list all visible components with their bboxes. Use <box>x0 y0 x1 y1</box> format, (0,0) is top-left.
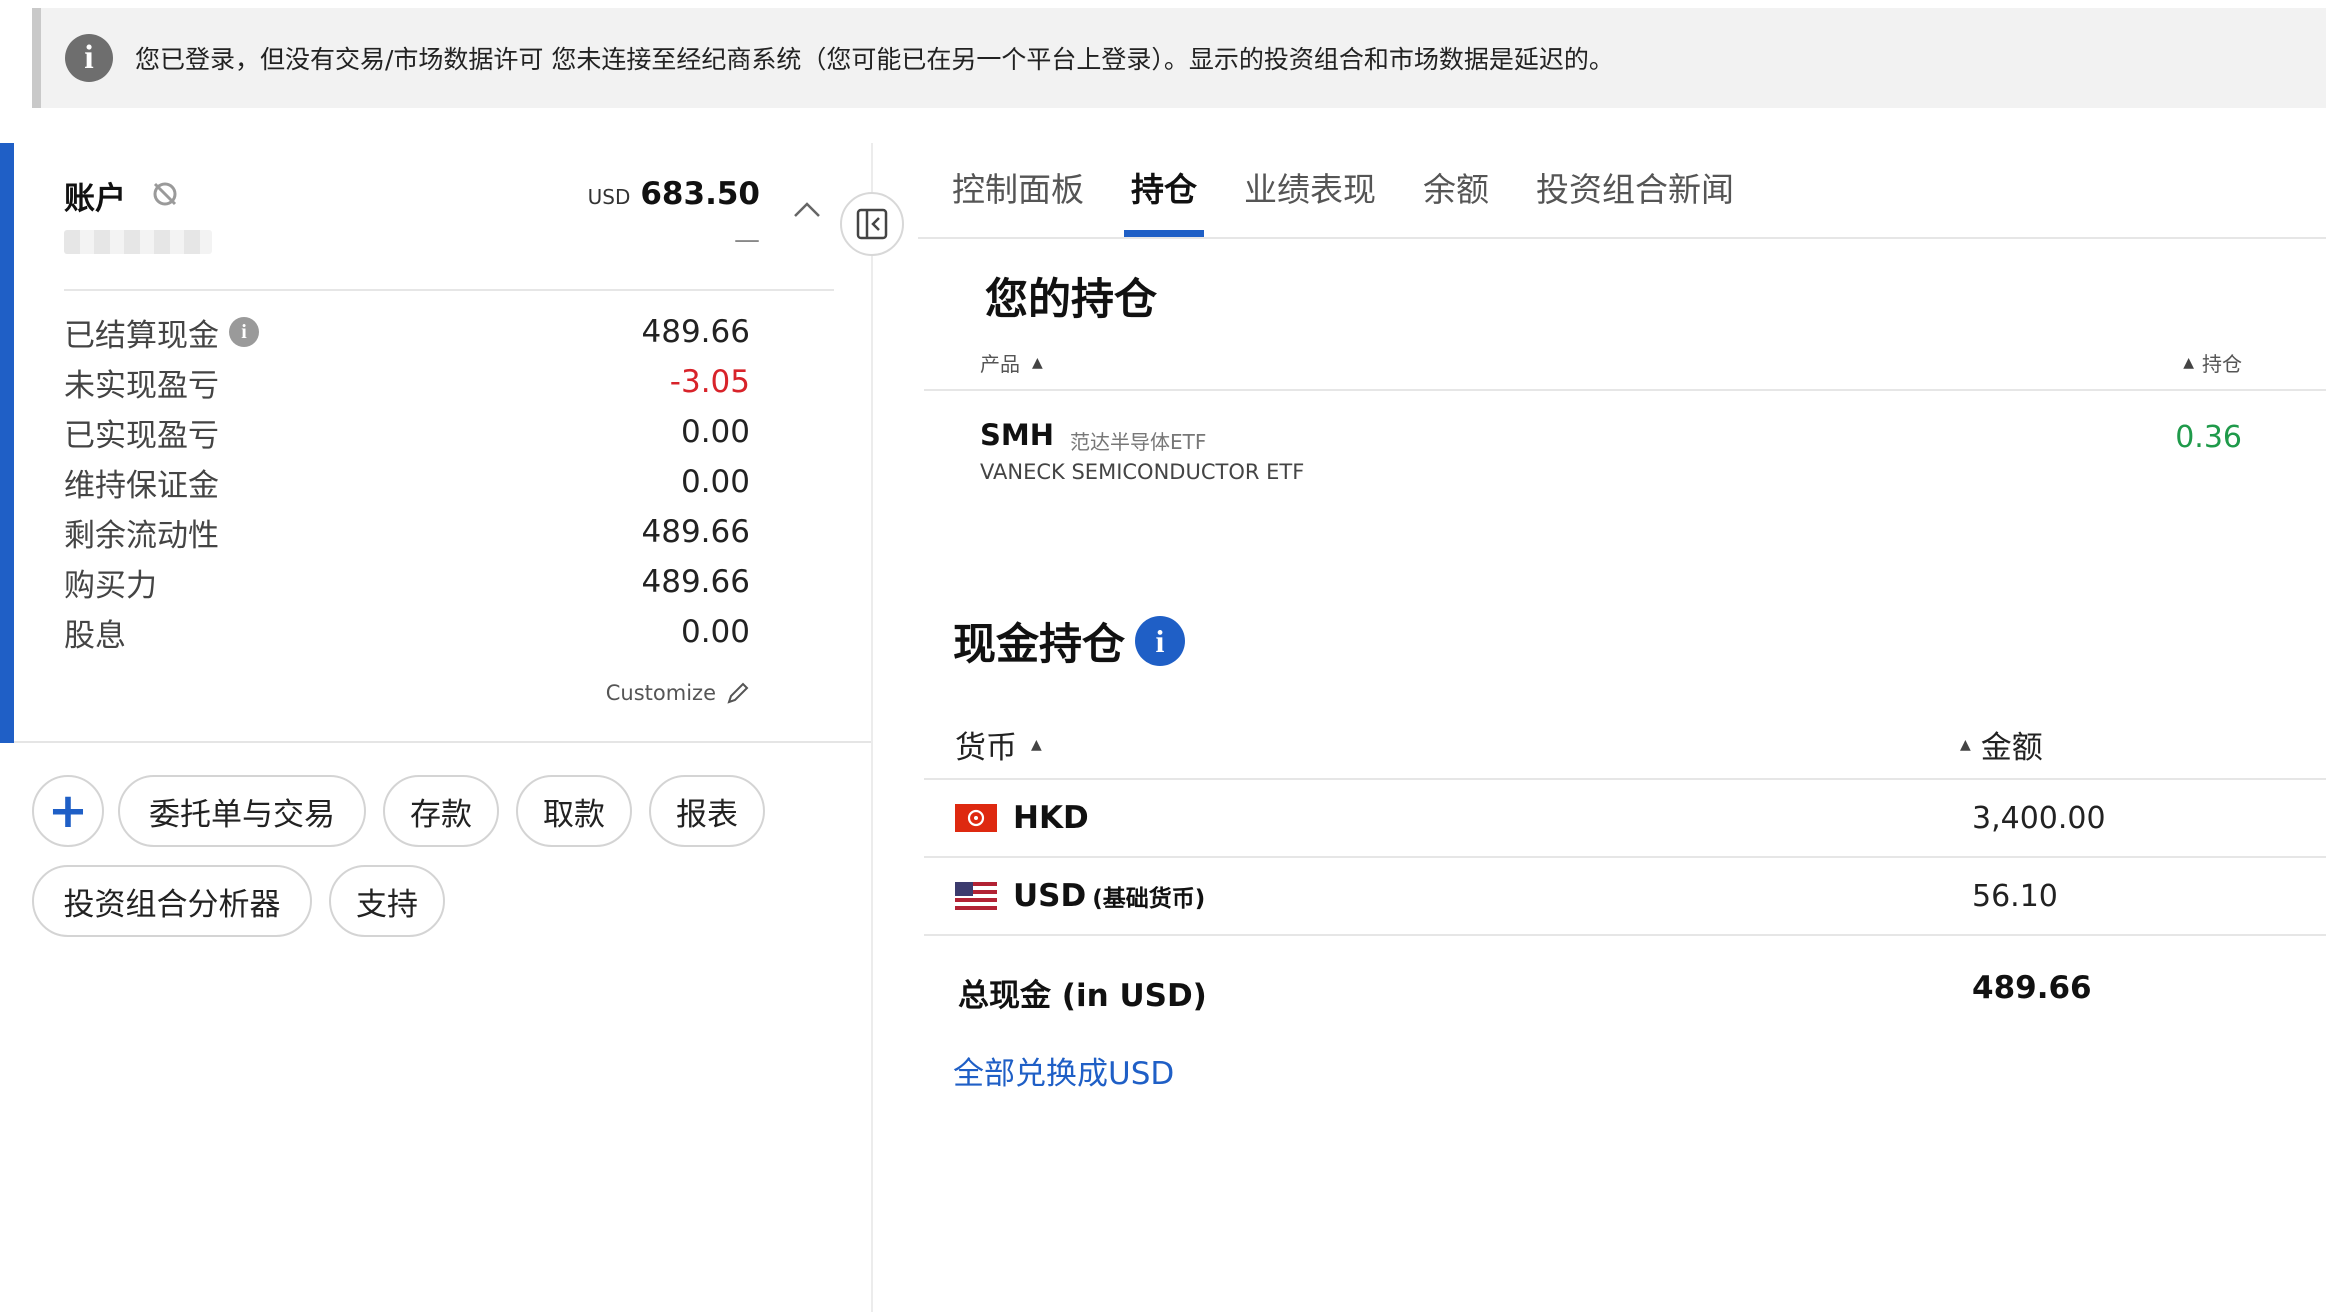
sort-asc-icon: ▲ <box>1031 736 1042 753</box>
metric-value: 489.66 <box>641 514 750 550</box>
tab-dashboard[interactable]: 控制面板 <box>952 163 1084 211</box>
metric-label: 股息 <box>64 617 126 654</box>
panel-divider <box>871 143 873 1312</box>
add-button[interactable]: + <box>32 775 104 847</box>
info-icon[interactable]: i <box>1135 616 1185 666</box>
tab-portfolio-news[interactable]: 投资组合新闻 <box>1536 163 1734 211</box>
customize-label: Customize <box>605 681 716 705</box>
total-cash-amount: 489.66 <box>1972 970 2092 1006</box>
position-name-cn: 范达半导体ETF <box>1070 430 1207 454</box>
hk-flag-icon <box>955 804 997 832</box>
account-value: 683.50 <box>640 176 760 212</box>
cash-row: HKD <box>955 800 1089 836</box>
currency-amount: 56.10 <box>1972 879 2058 914</box>
account-change: — <box>734 225 760 255</box>
active-tab-indicator <box>1124 230 1204 237</box>
account-title: 账户 <box>64 181 126 217</box>
metric-row: 已结算现金 i 489.66 <box>64 307 750 357</box>
metric-label: 已结算现金 <box>64 317 219 354</box>
metric-value: 489.66 <box>641 564 750 600</box>
portfolio-analyzer-button[interactable]: 投资组合分析器 <box>32 865 312 937</box>
metric-label: 购买力 <box>64 567 157 604</box>
total-cash-label: 总现金 (in USD) <box>958 978 1207 1014</box>
cash-heading-label: 现金持仓 <box>953 620 1125 670</box>
reports-button[interactable]: 报表 <box>649 775 765 847</box>
row-divider <box>924 389 2326 391</box>
metric-row: 已实现盈亏 0.00 <box>64 407 750 457</box>
metric-label: 已实现盈亏 <box>64 417 219 454</box>
col-header-amount[interactable]: ▲ 金额 <box>1960 722 2043 767</box>
orders-trades-button[interactable]: 委托单与交易 <box>118 775 366 847</box>
sort-asc-icon: ▲ <box>1960 736 1971 753</box>
currency-amount: 3,400.00 <box>1972 801 2106 836</box>
base-currency-note: (基础货币) <box>1092 886 1206 912</box>
eye-off-icon[interactable] <box>150 179 180 209</box>
col-header-position[interactable]: ▲ 持仓 <box>2183 348 2242 377</box>
cash-row: USD (基础货币) <box>955 878 1205 914</box>
notice-text: 您已登录，但没有交易/市场数据许可 您未连接至经纪商系统（您可能已在另一个平台上… <box>135 45 1614 74</box>
cash-heading: 现金持仓 i <box>953 610 1185 672</box>
collapse-left-icon <box>856 208 888 240</box>
account-currency: USD <box>587 185 631 209</box>
currency-code: USD <box>1013 878 1087 914</box>
account-net-value: USD 683.50 <box>588 176 760 212</box>
metric-value: -3.05 <box>669 364 750 400</box>
currency-code: HKD <box>1013 800 1089 836</box>
col-header-position-label: 持仓 <box>2202 352 2242 376</box>
position-name-en: VANECK SEMICONDUCTOR ETF <box>980 460 1305 484</box>
row-divider <box>924 778 2326 780</box>
metric-row: 股息 0.00 <box>64 607 750 657</box>
row-divider <box>924 856 2326 858</box>
account-panel: 账户 USD 683.50 — 已结算现金 i 489.66 未实现盈亏 -3.0… <box>14 143 872 743</box>
deposit-button[interactable]: 存款 <box>383 775 499 847</box>
withdraw-button[interactable]: 取款 <box>516 775 632 847</box>
support-button[interactable]: 支持 <box>329 865 445 937</box>
col-header-product[interactable]: 产品 ▲ <box>980 348 1043 377</box>
col-header-product-label: 产品 <box>980 352 1020 376</box>
metric-row: 维持保证金 0.00 <box>64 457 750 507</box>
metric-value: 489.66 <box>641 314 750 350</box>
tab-positions[interactable]: 持仓 <box>1131 163 1197 211</box>
metric-label: 剩余流动性 <box>64 517 219 554</box>
metric-label: 未实现盈亏 <box>64 367 219 404</box>
sort-asc-icon: ▲ <box>2183 354 2194 371</box>
col-header-amount-label: 金额 <box>1980 730 2043 766</box>
metric-label: 维持保证金 <box>64 467 219 504</box>
account-divider <box>64 289 834 291</box>
account-accent-bar <box>0 143 14 743</box>
tab-performance[interactable]: 业绩表现 <box>1244 163 1376 211</box>
metric-value: 0.00 <box>680 414 750 450</box>
sort-asc-icon: ▲ <box>1032 354 1043 371</box>
info-icon[interactable]: i <box>229 317 259 347</box>
info-icon: i <box>65 34 113 82</box>
us-flag-icon <box>955 882 997 910</box>
convert-all-usd-link[interactable]: 全部兑换成USD <box>953 1048 1174 1093</box>
pencil-icon <box>727 682 749 704</box>
notice-banner: i 您已登录，但没有交易/市场数据许可 您未连接至经纪商系统（您可能已在另一个平… <box>32 8 2326 108</box>
metric-value: 0.00 <box>680 614 750 650</box>
row-divider <box>924 934 2326 936</box>
metric-row: 未实现盈亏 -3.05 <box>64 357 750 407</box>
col-header-currency-label: 货币 <box>955 730 1017 766</box>
metric-row: 购买力 489.66 <box>64 557 750 607</box>
customize-link[interactable]: Customize <box>606 681 750 705</box>
positions-heading: 您的持仓 <box>985 275 1157 325</box>
tab-bar: 控制面板 持仓 业绩表现 余额 投资组合新闻 <box>918 143 2326 239</box>
col-header-currency[interactable]: 货币 ▲ <box>955 722 1042 767</box>
position-symbol[interactable]: SMH <box>980 418 1054 452</box>
position-quantity: 0.36 <box>2175 420 2242 455</box>
collapse-panel-button[interactable] <box>840 192 904 256</box>
chevron-up-icon[interactable] <box>792 199 822 219</box>
account-id-masked <box>64 230 212 254</box>
metric-row: 剩余流动性 489.66 <box>64 507 750 557</box>
tab-balances[interactable]: 余额 <box>1423 163 1489 211</box>
metric-value: 0.00 <box>680 464 750 500</box>
